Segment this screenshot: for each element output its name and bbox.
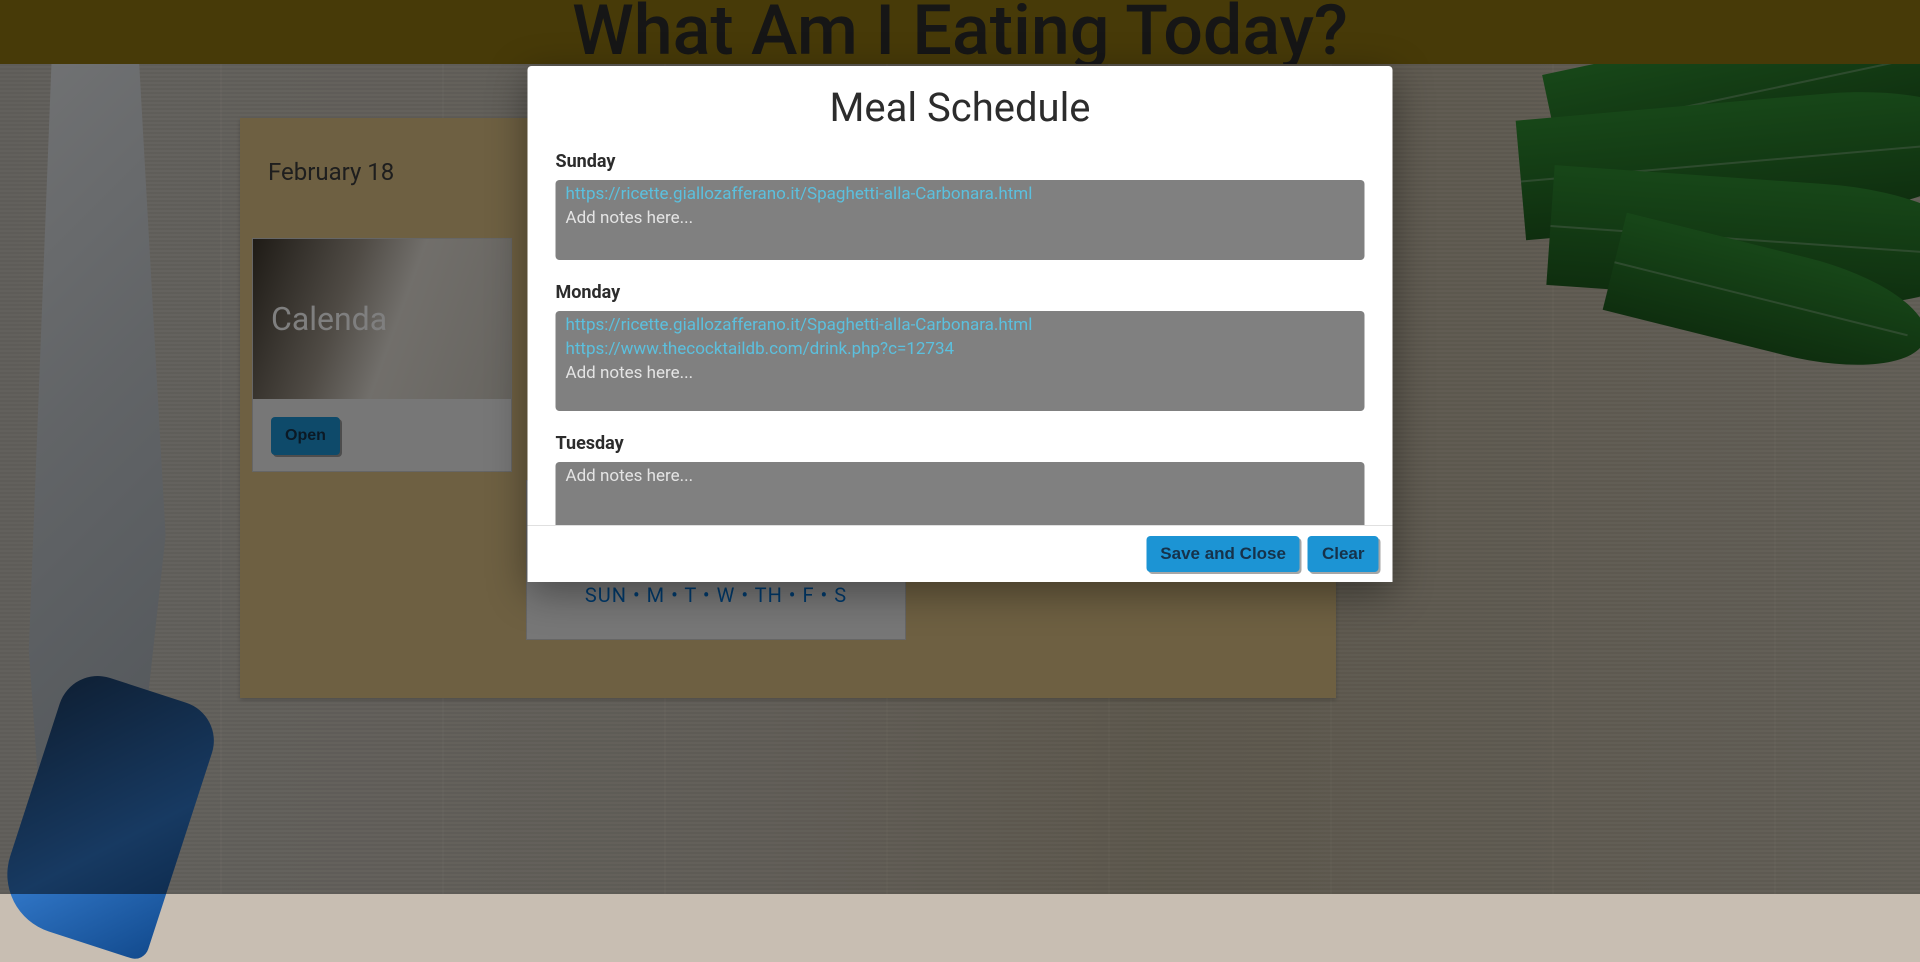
modal-title: Meal Schedule xyxy=(556,84,1365,131)
recipe-link[interactable]: https://ricette.giallozafferano.it/Spagh… xyxy=(566,313,1355,337)
meal-schedule-modal: Meal Schedule Sunday https://ricette.gial… xyxy=(528,66,1393,582)
modal-body[interactable]: Meal Schedule Sunday https://ricette.gial… xyxy=(528,66,1393,525)
day-block: Sunday https://ricette.giallozafferano.it… xyxy=(556,151,1365,260)
clear-button[interactable]: Clear xyxy=(1308,536,1379,572)
notes-textarea[interactable] xyxy=(566,464,1355,525)
day-label: Monday xyxy=(556,282,1365,303)
notes-textarea[interactable] xyxy=(566,206,1355,260)
day-label: Tuesday xyxy=(556,433,1365,454)
modal-footer: Save and Close Clear xyxy=(528,525,1393,582)
day-block: Tuesday xyxy=(556,433,1365,525)
save-and-close-button[interactable]: Save and Close xyxy=(1146,536,1300,572)
recipe-link[interactable]: https://www.thecocktaildb.com/drink.php?… xyxy=(566,337,1355,361)
day-label: Sunday xyxy=(556,151,1365,172)
note-box: https://ricette.giallozafferano.it/Spagh… xyxy=(556,311,1365,411)
recipe-link[interactable]: https://ricette.giallozafferano.it/Spagh… xyxy=(566,182,1355,206)
note-box xyxy=(556,462,1365,525)
day-block: Monday https://ricette.giallozafferano.it… xyxy=(556,282,1365,411)
note-box: https://ricette.giallozafferano.it/Spagh… xyxy=(556,180,1365,260)
notes-textarea[interactable] xyxy=(566,361,1355,411)
